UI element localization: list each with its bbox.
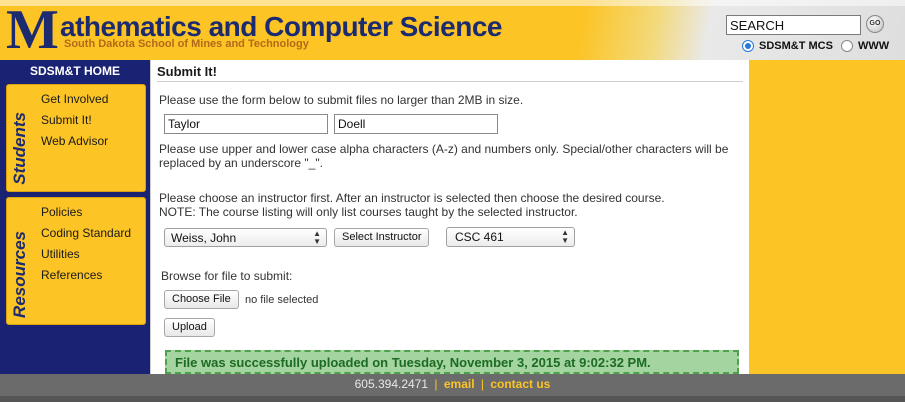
select-instructor-button[interactable]: Select Instructor <box>334 228 430 247</box>
sidebar-home-link[interactable]: SDSM&T HOME <box>0 64 150 78</box>
students-heading: Students <box>10 112 29 185</box>
logo-letter[interactable]: M <box>6 2 59 58</box>
file-status: no file selected <box>245 294 319 306</box>
footer-separator: | <box>434 377 438 391</box>
radio-www-label[interactable]: WWW <box>858 40 889 52</box>
resources-nav: Policies Coding Standard Utilities Refer… <box>41 202 131 286</box>
sidebar-item-coding-standard[interactable]: Coding Standard <box>41 223 131 244</box>
first-name-field[interactable] <box>164 114 328 134</box>
upload-button[interactable]: Upload <box>164 318 215 337</box>
footer-contact-link[interactable]: contact us <box>490 377 550 391</box>
footer-separator: | <box>480 377 484 391</box>
select-arrows-icon: ▲ ▼ <box>561 228 569 245</box>
success-message: File was successfully uploaded on Tuesda… <box>165 350 739 374</box>
radio-sdsmt-mcs[interactable] <box>742 40 754 52</box>
instructor-select-value: Weiss, John <box>171 231 237 245</box>
course-select-value: CSC 461 <box>455 230 504 244</box>
site-header: M athematics and Computer Science South … <box>0 0 905 60</box>
page-title: Submit It! <box>157 64 217 79</box>
sidebar-item-submit-it[interactable]: Submit It! <box>41 110 108 131</box>
sidebar-item-get-involved[interactable]: Get Involved <box>41 89 108 110</box>
browse-label: Browse for file to submit: <box>161 269 293 283</box>
radio-www[interactable] <box>840 40 853 52</box>
students-nav: Get Involved Submit It! Web Advisor <box>41 89 108 152</box>
header-stripe <box>0 0 905 6</box>
resources-panel: Resources Policies Coding Standard Utili… <box>6 197 146 325</box>
students-panel: Students Get Involved Submit It! Web Adv… <box>6 84 146 192</box>
footer-email-link[interactable]: email <box>444 377 475 391</box>
instructor-note-line1: Please choose an instructor first. After… <box>159 191 665 205</box>
search-input[interactable] <box>726 15 861 35</box>
radio-sdsmt-mcs-label[interactable]: SDSM&T MCS <box>759 40 833 52</box>
choose-file-button[interactable]: Choose File <box>164 290 239 309</box>
sidebar-item-references[interactable]: References <box>41 265 131 286</box>
sidebar: SDSM&T HOME Students Get Involved Submit… <box>0 60 150 374</box>
site-subtitle: South Dakota School of Mines and Technol… <box>64 38 309 50</box>
sidebar-item-policies[interactable]: Policies <box>41 202 131 223</box>
main-content: Submit It! Please use the form below to … <box>150 60 748 374</box>
intro-text: Please use the form below to submit file… <box>159 93 524 107</box>
resources-heading: Resources <box>10 231 29 318</box>
name-note-line1: Please use upper and lower case alpha ch… <box>159 142 729 156</box>
go-button[interactable]: GO <box>866 15 884 33</box>
footer-phone: 605.394.2471 <box>354 377 429 391</box>
instructor-note-line2: NOTE: The course listing will only list … <box>159 205 578 219</box>
footer-bottom-bar <box>0 396 905 402</box>
course-select[interactable]: CSC 461 ▲ ▼ <box>446 227 575 247</box>
sidebar-item-web-advisor[interactable]: Web Advisor <box>41 131 108 152</box>
title-divider <box>157 81 743 82</box>
last-name-field[interactable] <box>334 114 498 134</box>
name-note-line2: replaced by an underscore "_". <box>159 156 323 170</box>
search-scope-radio-group: SDSM&T MCS WWW <box>742 39 897 53</box>
sidebar-item-utilities[interactable]: Utilities <box>41 244 131 265</box>
instructor-select[interactable]: Weiss, John ▲ ▼ <box>164 228 327 247</box>
select-arrows-icon: ▲ ▼ <box>313 229 321 246</box>
right-column <box>749 60 905 374</box>
